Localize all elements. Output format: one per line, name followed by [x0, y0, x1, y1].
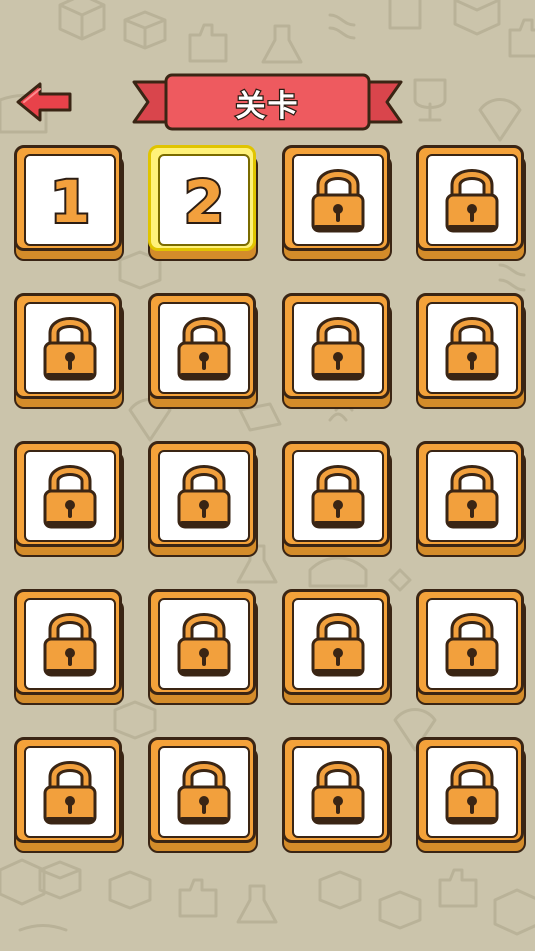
tile-inner — [158, 450, 250, 542]
lock-icon — [445, 465, 499, 529]
lock-icon — [43, 465, 97, 529]
level-tile-locked[interactable] — [416, 737, 526, 853]
level-grid: 12 — [0, 0, 535, 951]
tile-face — [148, 293, 256, 399]
lock-icon — [177, 761, 231, 825]
tile-inner — [426, 302, 518, 394]
level-tile-locked[interactable] — [282, 441, 392, 557]
tile-inner — [426, 154, 518, 246]
tile-face — [282, 441, 390, 547]
tile-inner — [24, 302, 116, 394]
tile-inner — [292, 450, 384, 542]
tile-inner — [158, 598, 250, 690]
lock-icon — [445, 613, 499, 677]
lock-icon — [177, 317, 231, 381]
lock-icon — [43, 317, 97, 381]
level-tile-locked[interactable] — [14, 737, 124, 853]
tile-inner — [292, 746, 384, 838]
level-number: 1 — [48, 168, 92, 236]
tile-face — [14, 293, 122, 399]
tile-face — [148, 737, 256, 843]
tile-face — [282, 589, 390, 695]
tile-inner — [24, 450, 116, 542]
tile-face — [14, 737, 122, 843]
lock-icon — [311, 465, 365, 529]
lock-icon — [311, 613, 365, 677]
tile-face — [282, 737, 390, 843]
level-tile-locked[interactable] — [416, 589, 526, 705]
tile-inner: 1 — [24, 154, 116, 246]
level-tile-locked[interactable] — [282, 737, 392, 853]
lock-icon — [445, 169, 499, 233]
level-tile-locked[interactable] — [416, 145, 526, 261]
level-tile-locked[interactable] — [282, 293, 392, 409]
level-number: 2 — [182, 168, 226, 236]
tile-inner — [158, 302, 250, 394]
level-tile-locked[interactable] — [148, 589, 258, 705]
tile-inner — [426, 450, 518, 542]
level-tile-locked[interactable] — [14, 589, 124, 705]
tile-face — [14, 589, 122, 695]
level-tile-locked[interactable] — [416, 293, 526, 409]
tile-inner — [24, 746, 116, 838]
tile-face — [282, 293, 390, 399]
level-tile-locked[interactable] — [14, 293, 124, 409]
level-tile-locked[interactable] — [282, 589, 392, 705]
lock-icon — [43, 613, 97, 677]
tile-face — [148, 441, 256, 547]
level-tile-locked[interactable] — [282, 145, 392, 261]
lock-icon — [43, 761, 97, 825]
lock-icon — [311, 169, 365, 233]
tile-face: 1 — [14, 145, 122, 251]
level-tile-locked[interactable] — [416, 441, 526, 557]
lock-icon — [445, 317, 499, 381]
tile-face — [416, 737, 524, 843]
tile-inner — [292, 154, 384, 246]
lock-icon — [311, 761, 365, 825]
tile-face — [416, 589, 524, 695]
tile-inner — [426, 746, 518, 838]
tile-face — [416, 441, 524, 547]
level-tile-locked[interactable] — [148, 293, 258, 409]
lock-icon — [177, 613, 231, 677]
tile-face — [148, 589, 256, 695]
tile-face — [416, 293, 524, 399]
level-tile-1[interactable]: 1 — [14, 145, 124, 261]
level-tile-locked[interactable] — [148, 441, 258, 557]
tile-face — [14, 441, 122, 547]
lock-icon — [177, 465, 231, 529]
tile-inner — [292, 302, 384, 394]
tile-face: 2 — [148, 145, 256, 251]
tile-inner — [24, 598, 116, 690]
tile-face — [282, 145, 390, 251]
tile-inner — [158, 746, 250, 838]
lock-icon — [445, 761, 499, 825]
level-tile-2[interactable]: 2 — [148, 145, 258, 261]
tile-inner — [426, 598, 518, 690]
lock-icon — [311, 317, 365, 381]
tile-face — [416, 145, 524, 251]
level-tile-locked[interactable] — [14, 441, 124, 557]
tile-inner: 2 — [158, 154, 250, 246]
level-tile-locked[interactable] — [148, 737, 258, 853]
tile-inner — [292, 598, 384, 690]
